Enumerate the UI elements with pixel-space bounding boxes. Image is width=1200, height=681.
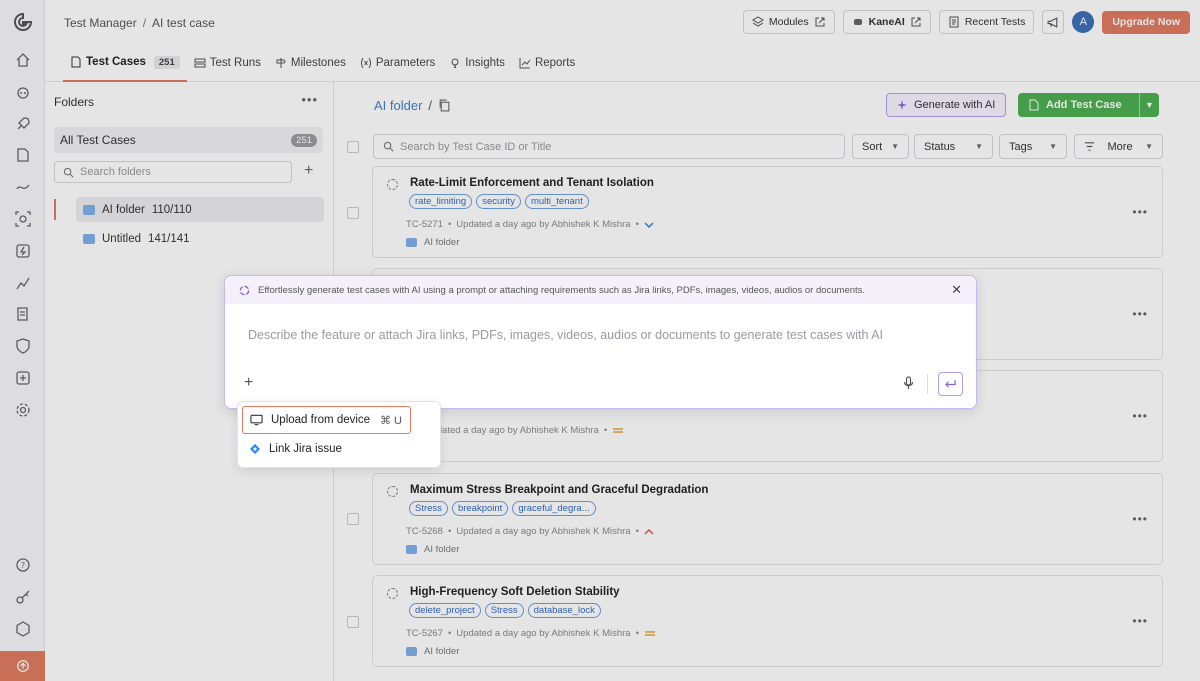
divider xyxy=(927,374,928,394)
attach-menu: Upload from device ⌘ U Link Jira issue xyxy=(237,401,441,468)
kaneai-logo-icon xyxy=(239,285,250,295)
close-icon[interactable]: ✕ xyxy=(951,282,962,298)
send-button[interactable] xyxy=(938,372,963,396)
jira-icon xyxy=(250,444,260,454)
enter-icon xyxy=(945,379,956,388)
menu-item-label: Upload from device xyxy=(271,414,371,426)
ai-generate-dialog: Effortlessly generate test cases with AI… xyxy=(224,275,977,409)
keyboard-shortcut: ⌘ U xyxy=(380,414,402,427)
microphone-icon[interactable] xyxy=(903,376,914,390)
upload-from-device-item[interactable]: Upload from device ⌘ U xyxy=(242,406,411,434)
menu-item-label: Link Jira issue xyxy=(269,443,342,455)
dialog-header: Effortlessly generate test cases with AI… xyxy=(225,276,976,304)
prompt-input[interactable]: Describe the feature or attach Jira link… xyxy=(248,328,883,342)
link-jira-issue-item[interactable]: Link Jira issue xyxy=(242,435,411,463)
monitor-icon xyxy=(250,414,263,426)
dialog-header-text: Effortlessly generate test cases with AI… xyxy=(258,284,866,296)
attach-plus-icon[interactable]: + xyxy=(244,374,253,392)
